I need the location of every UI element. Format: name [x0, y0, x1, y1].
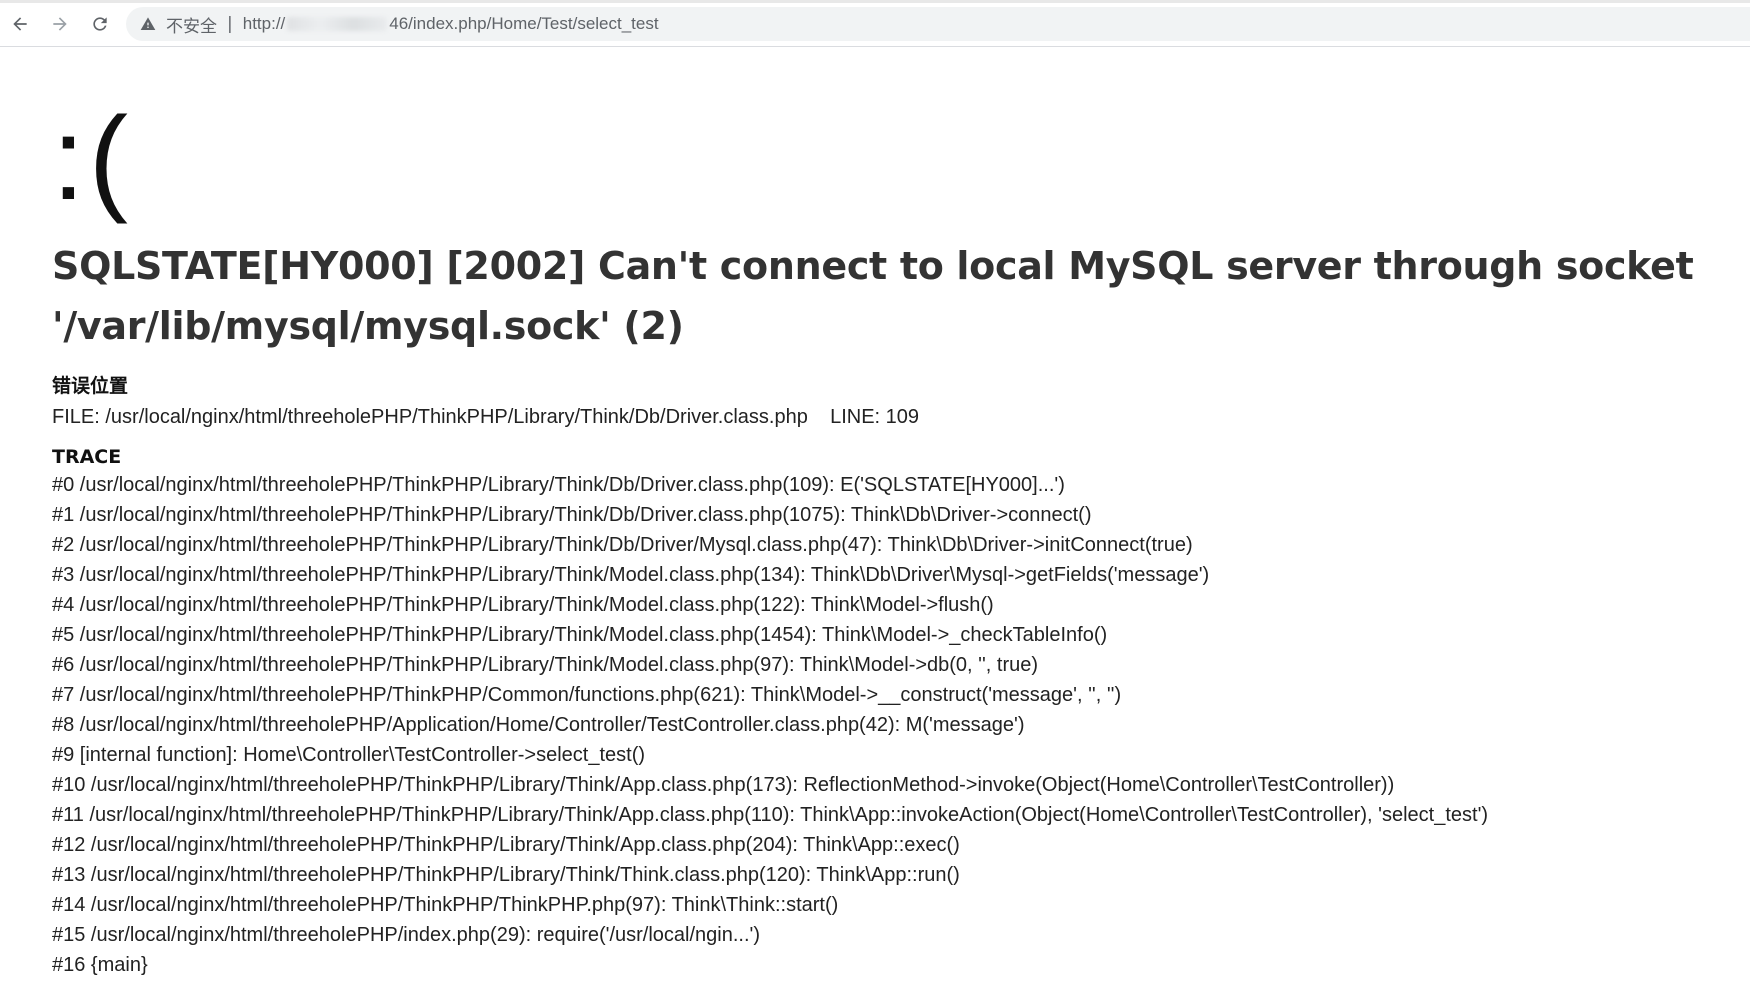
error-message: SQLSTATE[HY000] [2002] Can't connect to …: [52, 244, 1694, 348]
trace-line: #10 /usr/local/nginx/html/threeholePHP/T…: [52, 774, 1395, 796]
redacted-host: [287, 17, 388, 31]
trace-line: #11 /usr/local/nginx/html/threeholePHP/T…: [52, 804, 1489, 826]
trace-line: #15 /usr/local/nginx/html/threeholePHP/i…: [52, 924, 760, 946]
back-button[interactable]: [6, 10, 34, 38]
trace-line: #13 /usr/local/nginx/html/threeholePHP/T…: [52, 864, 960, 886]
forward-button[interactable]: [46, 10, 74, 38]
trace-section: TRACE #0 /usr/local/nginx/html/threehole…: [52, 446, 1732, 980]
browser-toolbar: 不安全 | http:// 46/index.php/Home/Test/sel…: [0, 0, 1750, 47]
trace-title: TRACE: [52, 446, 122, 468]
trace-line: #12 /usr/local/nginx/html/threeholePHP/T…: [52, 834, 960, 856]
location-title: 错误位置: [52, 375, 129, 397]
trace-line: #1 /usr/local/nginx/html/threeholePHP/Th…: [52, 504, 1092, 526]
url-prefix: http://: [242, 14, 286, 33]
trace-line: #8 /usr/local/nginx/html/threeholePHP/Ap…: [52, 714, 1025, 736]
trace-line: #9 [internal function]: Home\Controller\…: [52, 744, 646, 766]
trace-line: #5 /usr/local/nginx/html/threeholePHP/Th…: [52, 624, 1108, 646]
arrow-left-icon: [13, 17, 27, 31]
trace-line: #14 /usr/local/nginx/html/threeholePHP/T…: [52, 894, 839, 916]
trace-line: #7 /usr/local/nginx/html/threeholePHP/Th…: [52, 684, 1122, 706]
error-page: :( SQLSTATE[HY000] [2002] Can't connect …: [52, 48, 1732, 980]
reload-icon: [93, 17, 107, 31]
sad-face: :(: [52, 93, 133, 225]
trace-line: #0 /usr/local/nginx/html/threeholePHP/Th…: [52, 474, 1065, 496]
security-label: 不安全: [166, 16, 217, 37]
trace-line: #4 /usr/local/nginx/html/threeholePHP/Th…: [52, 594, 994, 616]
url-text[interactable]: http:// 46/index.php/Home/Test/select_te…: [243, 14, 659, 34]
file-line: FILE: /usr/local/nginx/html/threeholePHP…: [52, 406, 920, 428]
trace-line: #16 {main}: [52, 954, 148, 976]
trace-line: #6 /usr/local/nginx/html/threeholePHP/Th…: [52, 654, 1039, 676]
warning-icon: [140, 17, 156, 30]
address-bar[interactable]: 不安全 | http:// 46/index.php/Home/Test/sel…: [126, 7, 1750, 41]
error-location: 错误位置 FILE: /usr/local/nginx/html/threeho…: [52, 371, 1732, 432]
arrow-right-icon: [53, 17, 67, 31]
trace-line: #3 /usr/local/nginx/html/threeholePHP/Th…: [52, 564, 1210, 586]
trace-line: #2 /usr/local/nginx/html/threeholePHP/Th…: [52, 534, 1193, 556]
url-suffix: 46/index.php/Home/Test/select_test: [389, 14, 659, 33]
reload-button[interactable]: [86, 10, 114, 38]
trace-list: #0 /usr/local/nginx/html/threeholePHP/Th…: [52, 470, 1732, 980]
separator: |: [227, 14, 233, 34]
